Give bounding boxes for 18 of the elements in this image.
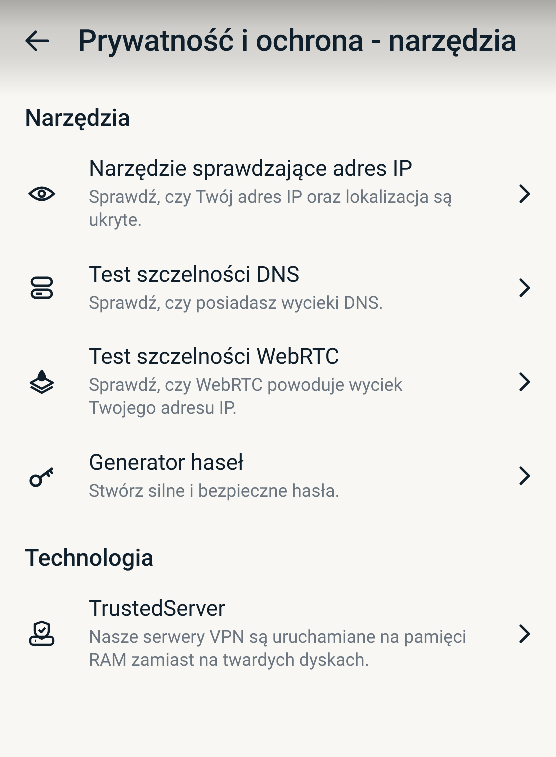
item-description: Sprawdź, czy WebRTC powoduje wyciek Twojego adresu IP. — [89, 374, 404, 420]
tool-list-item[interactable]: Generator haseł Stwórz silne i bezpieczne hasła. — [0, 434, 556, 518]
item-title: Test szczelności WebRTC — [89, 344, 341, 372]
tool-list-item[interactable]: Test szczelności DNS Sprawdź, czy posiadasz wycieki DNS. — [0, 246, 556, 330]
section-heading: Technologia — [24, 543, 155, 574]
item-description: Sprawdź, czy posiadasz wycieki DNS. — [89, 292, 384, 314]
page-title: Prywatność i ochrona - narzędzia — [78, 24, 517, 58]
tool-list-item[interactable]: TrustedServer Nasze serwery VPN są uruchamiane na pamięci RAM zamiast na twardych dyskach. — [0, 582, 556, 686]
item-description: Nasze serwery VPN są uruchamiane na pamięci RAM zamiast na twardych dyskach. — [89, 626, 468, 672]
tool-list-item[interactable]: Narzędzie sprawdzające adres IP Sprawdź, czy Twój adres IP oraz lokalizacja są ukryte. — [0, 142, 556, 246]
item-title: Test szczelności DNS — [89, 262, 301, 290]
item-title: Narzędzie sprawdzające adres IP — [89, 156, 414, 184]
item-title: TrustedServer — [89, 596, 227, 624]
item-description: Stwórz silne i bezpieczne hasła. — [89, 480, 341, 502]
tool-list-item[interactable]: Test szczelności WebRTC Sprawdź, czy WebRTC powoduje wyciek Twojego adresu IP. — [0, 330, 556, 434]
section-heading: Narzędzia — [24, 103, 132, 134]
item-description: Sprawdź, czy Twój adres IP oraz lokalizacja są ukryte. — [89, 186, 454, 232]
item-title: Generator haseł — [89, 450, 245, 478]
